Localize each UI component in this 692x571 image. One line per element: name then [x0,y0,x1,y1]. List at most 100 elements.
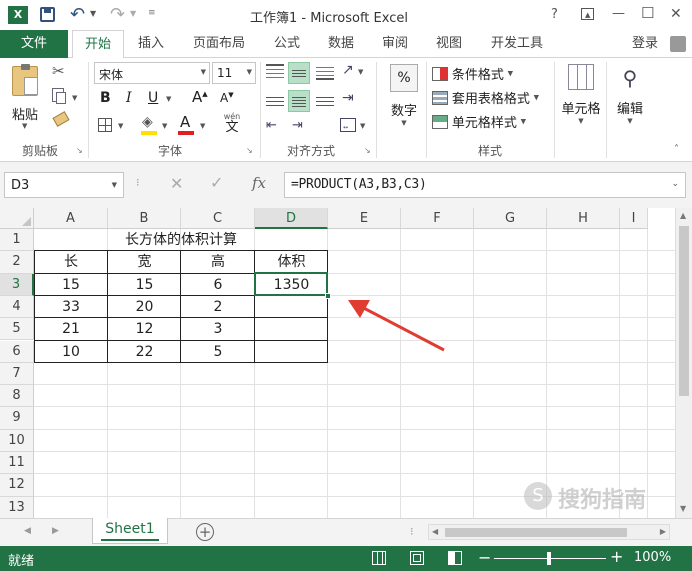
cancel-icon[interactable]: ✕ [170,174,183,193]
cell-b6[interactable]: 22 [108,341,181,363]
page-layout-view-icon[interactable] [410,551,424,565]
tab-view[interactable]: 视图 [424,30,474,58]
row-header-5[interactable]: 5 [0,318,34,341]
cell-d5[interactable] [255,318,328,340]
cell-b2-header[interactable]: 宽 [108,251,181,273]
undo-icon[interactable]: ↶ [70,4,85,25]
worksheet-grid[interactable]: ABCDEFGHI 1 2 3 4 5 6 7 8 9 10 11 12 13 长方体的体积计算长宽高体… [0,208,692,519]
row-header-8[interactable]: 8 [0,385,34,408]
horizontal-scroll-thumb[interactable] [445,528,627,537]
column-header-h[interactable]: H [547,208,620,229]
formula-input[interactable]: =PRODUCT(A3,B3,C3) ⌄ [284,172,686,198]
row-header-4[interactable]: 4 [0,295,34,319]
orientation-dropdown-icon[interactable]: ▼ [358,68,363,76]
vertical-scrollbar[interactable]: ▲ ▼ [675,208,692,518]
scroll-down-icon[interactable]: ▼ [680,504,686,513]
sheet-tab-sheet1[interactable]: Sheet1 [92,518,168,544]
font-color-icon[interactable]: A [180,113,190,131]
row-header-7[interactable]: 7 [0,362,34,386]
cell-a4[interactable]: 33 [34,296,108,318]
align-left-icon[interactable] [266,94,284,108]
prev-sheet-icon[interactable]: ◀ [24,526,31,536]
conditional-format-button[interactable]: 条件格式 ▼ [432,64,513,84]
align-top-icon[interactable] [266,64,284,80]
column-header-e[interactable]: E [328,208,401,229]
row-header-6[interactable]: 6 [0,340,34,363]
decrease-indent-icon[interactable]: ⇤ [266,118,277,133]
tab-page-layout[interactable]: 页面布局 [180,30,258,58]
cell-c3[interactable]: 6 [181,274,255,296]
merge-dropdown-icon[interactable]: ▼ [360,122,365,130]
underline-dropdown-icon[interactable]: ▼ [166,95,171,103]
column-header-c[interactable]: C [181,208,255,229]
save-icon[interactable] [40,7,55,22]
row-header-12[interactable]: 12 [0,474,34,497]
row-header-1[interactable]: 1 [0,229,34,252]
help-button[interactable]: ? [551,7,558,22]
tab-insert[interactable]: 插入 [128,30,174,58]
cell-d4[interactable] [255,296,328,318]
collapse-ribbon-icon[interactable]: ˄ [674,144,679,155]
zoom-slider[interactable] [494,552,606,565]
cell-d2-header[interactable]: 体积 [255,251,328,273]
cell-c4[interactable]: 2 [181,296,255,318]
number-format-button[interactable]: % 数字 ▼ [384,64,424,130]
column-header-f[interactable]: F [401,208,474,229]
row-header-9[interactable]: 9 [0,407,34,430]
cell-a6[interactable]: 10 [34,341,108,363]
scroll-right-icon[interactable]: ▶ [660,527,666,536]
name-box[interactable]: D3 ▼ [4,172,124,198]
zoom-out-button[interactable]: − [478,548,491,567]
row-header-11[interactable]: 11 [0,452,34,475]
cell-c5[interactable]: 3 [181,318,255,340]
zoom-level[interactable]: 100% [634,550,671,565]
scroll-up-icon[interactable]: ▲ [680,211,686,220]
fill-color-dropdown-icon[interactable]: ▼ [162,122,167,130]
minimize-button[interactable]: — [612,6,625,21]
copy-icon[interactable] [52,88,66,104]
avatar[interactable] [670,36,686,52]
tab-home[interactable]: 开始 [72,30,124,59]
row-header-2[interactable]: 2 [0,251,34,274]
close-button[interactable]: ✕ [670,6,682,22]
orientation-icon[interactable]: ↗ [342,62,354,78]
column-header-i[interactable]: I [620,208,648,229]
cell-a5[interactable]: 21 [34,318,108,340]
tab-formulas[interactable]: 公式 [262,30,312,58]
fill-color-icon[interactable]: ◈ [142,114,153,130]
insert-function-icon[interactable]: fx [252,174,266,192]
font-launcher-icon[interactable]: ↘ [246,146,253,155]
align-middle-icon[interactable] [288,62,310,84]
bold-button[interactable]: B [100,90,111,106]
tab-review[interactable]: 审阅 [370,30,420,58]
redo-icon[interactable]: ↷ [110,4,125,25]
cell-a2-header[interactable]: 长 [34,251,108,273]
copy-dropdown-icon[interactable]: ▼ [72,94,77,102]
maximize-button[interactable]: ☐ [641,4,654,22]
font-name-select[interactable]: 宋体 ▼ [94,62,210,84]
font-size-select[interactable]: 11 ▼ [212,62,256,84]
zoom-slider-thumb[interactable] [547,552,551,565]
merge-center-icon[interactable]: ↔ [340,118,356,132]
redo-dropdown-icon[interactable]: ▼ [130,9,136,18]
cell-c6[interactable]: 5 [181,341,255,363]
tab-file[interactable]: 文件 [0,30,68,58]
format-painter-icon[interactable] [52,111,70,127]
paste-button[interactable]: 粘贴 ▼ [8,64,44,130]
row-header-13[interactable]: 13 [0,496,34,519]
format-as-table-button[interactable]: 套用表格格式 ▼ [432,88,539,108]
column-header-b[interactable]: B [108,208,181,229]
wrap-text-icon[interactable]: ⇥ [342,90,354,106]
page-break-view-icon[interactable] [448,551,462,565]
editing-button[interactable]: ⚲ 编辑 ▼ [610,64,650,130]
tab-data[interactable]: 数据 [316,30,366,58]
scroll-left-icon[interactable]: ◀ [432,527,438,536]
align-right-icon[interactable] [316,94,334,108]
row-header-10[interactable]: 10 [0,429,34,452]
phonetic-button[interactable]: wén 文 [220,112,244,135]
shrink-font-button[interactable]: A▼ [220,91,234,105]
vertical-scroll-thumb[interactable] [679,226,689,396]
horizontal-scrollbar[interactable]: ◀ ▶ [428,524,670,540]
undo-dropdown-icon[interactable]: ▼ [90,9,96,18]
row-header-3[interactable]: 3 [0,273,34,296]
